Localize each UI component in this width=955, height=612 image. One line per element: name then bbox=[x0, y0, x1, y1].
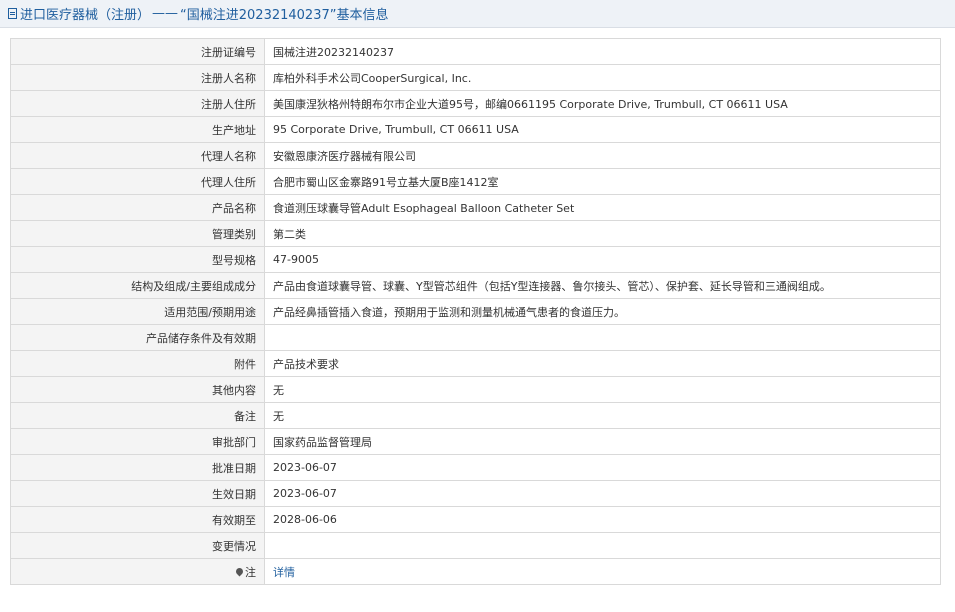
row-label: 有效期至 bbox=[10, 506, 265, 533]
detail-table-container: 注册证编号 国械注进20232140237 注册人名称 库柏外科手术公司Cooper… bbox=[10, 38, 941, 585]
row-label: 适用范围/预期用途 bbox=[10, 298, 265, 325]
table-row: 审批部门 国家药品监督管理局 bbox=[10, 428, 941, 455]
table-row: 生效日期 2023-06-07 bbox=[10, 480, 941, 507]
table-row: 结构及组成/主要组成成分 产品由食道球囊导管、球囊、Y型管芯组件（包括Y型连接器、… bbox=[10, 272, 941, 299]
row-label: 产品储存条件及有效期 bbox=[10, 324, 265, 351]
table-row: 管理类别 第二类 bbox=[10, 220, 941, 247]
row-value: 95 Corporate Drive, Trumbull, CT 06611 U… bbox=[264, 116, 941, 143]
row-value: 库柏外科手术公司CooperSurgical, Inc. bbox=[264, 64, 941, 91]
row-label: 注册人名称 bbox=[10, 64, 265, 91]
row-value: 第二类 bbox=[264, 220, 941, 247]
row-label: 生产地址 bbox=[10, 116, 265, 143]
row-label: 产品名称 bbox=[10, 194, 265, 221]
row-label: 型号规格 bbox=[10, 246, 265, 273]
row-label: 其他内容 bbox=[10, 376, 265, 403]
row-value: 美国康涅狄格州特朗布尔市企业大道95号，邮编0661195 Corporate … bbox=[264, 90, 941, 117]
table-row-note: 注 详情 bbox=[10, 558, 941, 585]
row-value: 食道测压球囊导管Adult Esophageal Balloon Cathete… bbox=[264, 194, 941, 221]
row-value: 2028-06-06 bbox=[264, 506, 941, 533]
row-label: 注册人住所 bbox=[10, 90, 265, 117]
row-value: 合肥市蜀山区金寨路91号立基大厦B座1412室 bbox=[264, 168, 941, 195]
table-row: 变更情况 bbox=[10, 532, 941, 559]
row-label: 代理人名称 bbox=[10, 142, 265, 169]
table-row: 备注无 bbox=[10, 402, 941, 429]
document-icon bbox=[8, 8, 17, 19]
row-value bbox=[264, 324, 941, 351]
row-label: 备注 bbox=[10, 402, 265, 429]
table-row: 型号规格 47-9005 bbox=[10, 246, 941, 273]
note-label-cell: 注 bbox=[10, 558, 265, 585]
row-value: 国械注进20232140237 bbox=[264, 38, 941, 65]
row-value: 国家药品监督管理局 bbox=[264, 428, 941, 455]
table-row: 注册人住所 美国康涅狄格州特朗布尔市企业大道95号，邮编0661195 Corpo… bbox=[10, 90, 941, 117]
detail-table: 注册证编号 国械注进20232140237 注册人名称 库柏外科手术公司Cooper… bbox=[10, 38, 941, 585]
table-row: 产品储存条件及有效期 bbox=[10, 324, 941, 351]
row-value bbox=[264, 532, 941, 559]
header-separator: —— bbox=[152, 6, 179, 21]
table-row: 其他内容无 bbox=[10, 376, 941, 403]
row-value: 47-9005 bbox=[264, 246, 941, 273]
row-value: 2023-06-07 bbox=[264, 454, 941, 481]
note-value-cell: 详情 bbox=[264, 558, 941, 585]
row-value: 无 bbox=[264, 376, 941, 403]
row-label: 变更情况 bbox=[10, 532, 265, 559]
pin-icon bbox=[234, 566, 245, 577]
table-row: 有效期至 2028-06-06 bbox=[10, 506, 941, 533]
row-value: 产品由食道球囊导管、球囊、Y型管芯组件（包括Y型连接器、鲁尔接头、管芯）、保护套… bbox=[264, 272, 941, 299]
row-label: 注册证编号 bbox=[10, 38, 265, 65]
table-row: 代理人名称 安徽恩康济医疗器械有限公司 bbox=[10, 142, 941, 169]
row-label: 批准日期 bbox=[10, 454, 265, 481]
table-row: 批准日期 2023-06-07 bbox=[10, 454, 941, 481]
table-row: 注册人名称 库柏外科手术公司CooperSurgical, Inc. bbox=[10, 64, 941, 91]
row-value: 2023-06-07 bbox=[264, 480, 941, 507]
row-label: 管理类别 bbox=[10, 220, 265, 247]
row-label: 代理人住所 bbox=[10, 168, 265, 195]
row-value: 无 bbox=[264, 402, 941, 429]
detail-table-body: 注册证编号 国械注进20232140237 注册人名称 库柏外科手术公司Cooper… bbox=[10, 38, 941, 585]
row-label: 审批部门 bbox=[10, 428, 265, 455]
table-row: 附件 产品技术要求 bbox=[10, 350, 941, 377]
row-label: 附件 bbox=[10, 350, 265, 377]
page-header: 进口医疗器械 （注册） —— “国械注进20232140237”基本信息 bbox=[0, 0, 955, 28]
detail-link[interactable]: 详情 bbox=[273, 566, 295, 579]
row-label: 生效日期 bbox=[10, 480, 265, 507]
table-row: 注册证编号 国械注进20232140237 bbox=[10, 38, 941, 65]
note-label: 注 bbox=[245, 565, 256, 579]
row-value: 安徽恩康济医疗器械有限公司 bbox=[264, 142, 941, 169]
row-label: 结构及组成/主要组成成分 bbox=[10, 272, 265, 299]
table-row: 生产地址 95 Corporate Drive, Trumbull, CT 066… bbox=[10, 116, 941, 143]
header-record-title: “国械注进20232140237”基本信息 bbox=[180, 8, 389, 23]
header-type: （注册） bbox=[98, 8, 151, 23]
header-category: 进口医疗器械 bbox=[20, 8, 99, 23]
row-value: 产品经鼻插管插入食道，预期用于监测和测量机械通气患者的食道压力。 bbox=[264, 298, 941, 325]
table-row: 产品名称 食道测压球囊导管Adult Esophageal Balloon Cat… bbox=[10, 194, 941, 221]
table-row: 适用范围/预期用途 产品经鼻插管插入食道，预期用于监测和测量机械通气患者的食道压力… bbox=[10, 298, 941, 325]
table-row: 代理人住所 合肥市蜀山区金寨路91号立基大厦B座1412室 bbox=[10, 168, 941, 195]
row-value: 产品技术要求 bbox=[264, 350, 941, 377]
